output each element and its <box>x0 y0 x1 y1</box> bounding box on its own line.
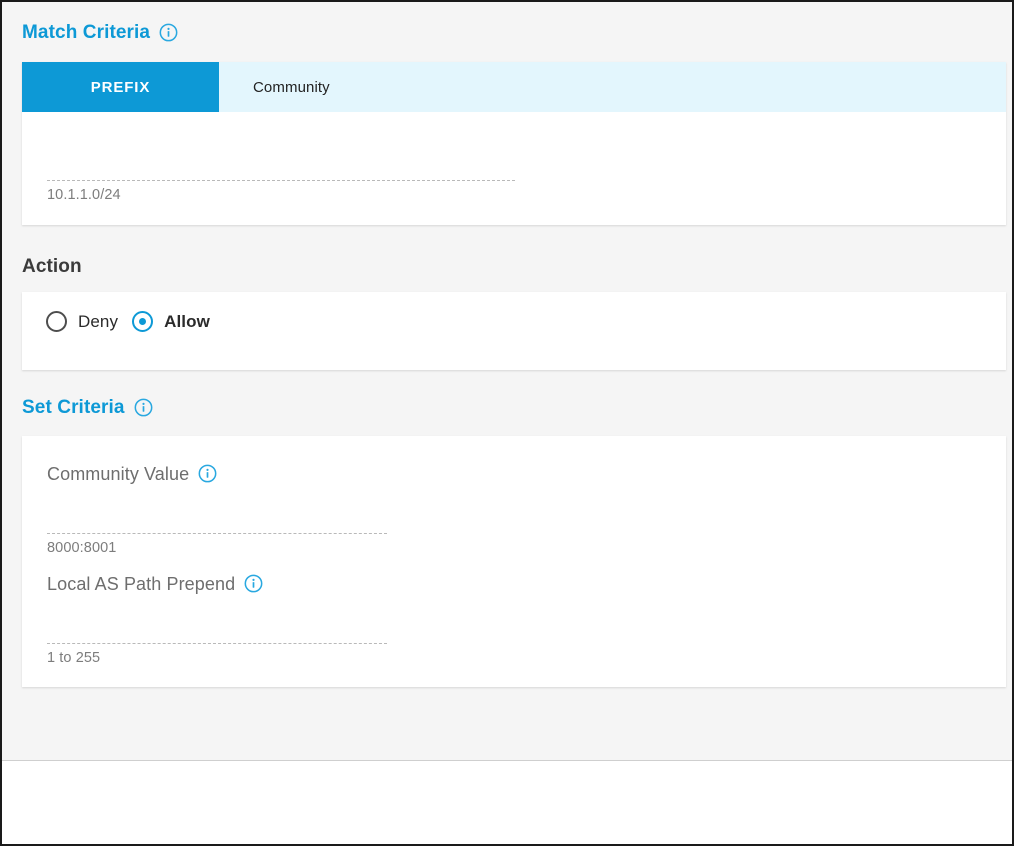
community-value-label-row: Community Value <box>47 464 387 483</box>
community-value-input-wrap: 8000:8001 <box>47 508 387 556</box>
radio-deny-mark[interactable] <box>46 311 67 332</box>
local-as-path-prepend-input[interactable] <box>47 618 387 644</box>
radio-deny-label: Deny <box>78 311 119 331</box>
local-as-path-prepend-hint: 1 to 255 <box>47 650 101 666</box>
tab-prefix[interactable]: PREFIX <box>22 62 219 112</box>
match-criteria-tabs: PREFIX Community <box>22 62 1006 112</box>
info-icon[interactable] <box>159 23 178 42</box>
tab-community-label: Community <box>253 78 330 96</box>
radio-option-deny[interactable]: Deny <box>46 311 118 332</box>
action-title: Action <box>22 255 82 277</box>
radio-allow-label: Allow <box>164 311 210 331</box>
action-heading: Action <box>2 254 82 278</box>
form-scroll-area: Match Criteria PREFIX Community 10.1.1.0… <box>2 2 1012 758</box>
local-as-path-prepend-input-wrap: 1 to 255 <box>47 618 387 666</box>
community-value-hint: 8000:8001 <box>47 540 117 556</box>
prefix-field: 10.1.1.0/24 <box>47 155 515 203</box>
local-as-path-prepend-field: Local AS Path Prepend 1 to 255 <box>47 574 387 666</box>
dialog-footer: BACK ADD <box>2 760 1012 844</box>
prefix-input[interactable] <box>47 155 515 181</box>
info-icon[interactable] <box>198 464 217 483</box>
action-radio-group: Deny Allow <box>46 311 210 332</box>
match-criteria-card: PREFIX Community 10.1.1.0/24 <box>22 62 1006 225</box>
community-value-field: Community Value 8000:8001 <box>47 464 387 556</box>
info-icon[interactable] <box>244 574 263 593</box>
info-icon[interactable] <box>134 398 153 417</box>
prefix-hint: 10.1.1.0/24 <box>47 187 121 203</box>
action-card: Deny Allow <box>22 292 1006 370</box>
match-criteria-title: Match Criteria <box>22 21 151 43</box>
set-criteria-heading: Set Criteria <box>2 395 153 419</box>
community-value-input[interactable] <box>47 508 387 534</box>
community-value-label: Community Value <box>47 463 190 484</box>
local-as-path-prepend-label: Local AS Path Prepend <box>47 573 236 594</box>
match-criteria-heading: Match Criteria <box>2 20 178 44</box>
bgp-route-map-rule-dialog: Match Criteria PREFIX Community 10.1.1.0… <box>0 0 1014 846</box>
local-as-path-prepend-label-row: Local AS Path Prepend <box>47 574 387 593</box>
tab-community[interactable]: Community <box>219 62 364 112</box>
radio-option-allow[interactable]: Allow <box>132 311 210 332</box>
tab-prefix-label: PREFIX <box>90 78 151 96</box>
set-criteria-title: Set Criteria <box>22 396 125 418</box>
set-criteria-card: Community Value 8000:8001 Local AS Path … <box>22 436 1006 687</box>
radio-allow-mark[interactable] <box>132 311 154 332</box>
